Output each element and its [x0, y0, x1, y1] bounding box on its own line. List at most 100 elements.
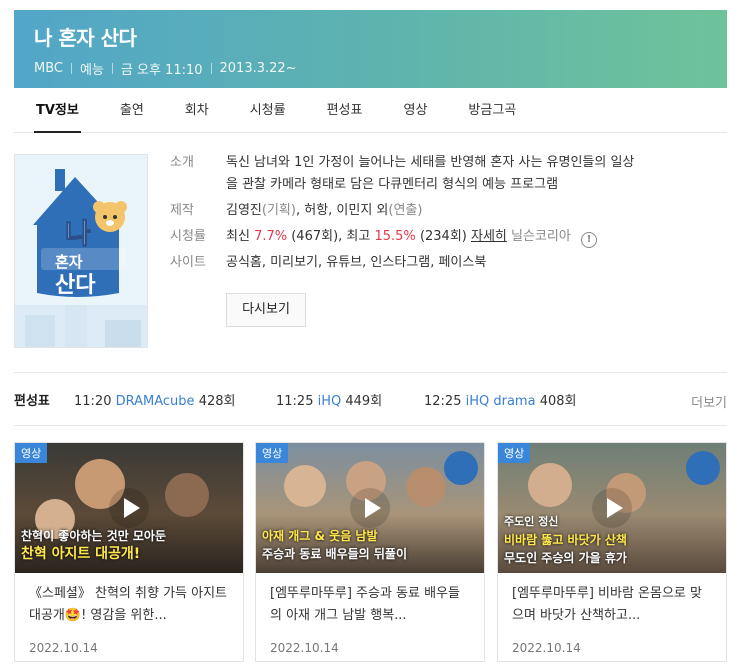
video-thumbnail[interactable]: 영상 주도인 정신 비바람 뚫고 바닷가 산책 무도인 주승의 가을 휴가 [498, 443, 726, 573]
schedule-episode: 408회 [539, 393, 577, 409]
schedule-channel[interactable]: iHQ drama [466, 394, 536, 409]
program-info: 소개 독신 남녀와 1인 가정이 늘어나는 세태를 반영해 혼자 사는 유명인들… [170, 152, 710, 278]
intro-text: 독신 남녀와 1인 가정이 늘어나는 세태를 반영해 혼자 사는 유명인들의 일… [226, 152, 634, 196]
tab-bar: TV정보 출연 회차 시청률 편성표 영상 방금그곡 [14, 89, 727, 133]
caption-line: 무도인 주승의 가을 휴가 [504, 551, 627, 565]
rating-value: 최신 7.7% (467회), 최고 15.5% (234회) 자세히 닐슨코리… [226, 226, 597, 248]
production-label: 제작 [170, 203, 194, 218]
intro-line: 을 관찰 카메라 형태로 담은 다큐멘터리 형식의 예능 프로그램 [226, 177, 559, 192]
program-poster[interactable]: 나 혼자 산다 [14, 154, 148, 348]
thumbnail-person [284, 465, 326, 507]
video-title[interactable]: [엠뚜루마뚜루] 주승과 동료 배우들의 아재 개그 남발 행복... [256, 573, 484, 631]
top-rating-label: , 최고 [338, 229, 371, 244]
schedule-episode: 428회 [198, 393, 236, 409]
director-names: , 허항, 이민지 외 [295, 203, 389, 218]
video-title[interactable]: [엠뚜루마뚜루] 비바람 온몸으로 맞으며 바닷가 산책하고... [498, 573, 726, 631]
poster-title-line1: 나 [65, 217, 91, 250]
caption-line: 아재 개그 & 웃음 남발 [262, 529, 378, 543]
tab-videos[interactable]: 영상 [403, 89, 427, 132]
latest-rating-episode: (467회) [291, 229, 339, 244]
video-date: 2022.10.14 [270, 641, 339, 655]
top-rating-episode: (234회) [419, 229, 467, 244]
genre: 예능 [79, 63, 104, 78]
rating-detail-link[interactable]: 자세히 [471, 229, 507, 244]
latest-rating-label: 최신 [226, 229, 250, 244]
schedule-item[interactable]: 11:25 iHQ 449회 [276, 390, 424, 409]
site-label: 사이트 [170, 255, 206, 270]
program-header: 나 혼자 산다 MBC 예능 금 오후 11:10 2013.3.22~ [14, 10, 727, 88]
poster-title-line3: 산다 [55, 273, 96, 298]
broadcaster: MBC [34, 61, 63, 76]
video-thumbnail[interactable]: 영상 찬혁이 좋아하는 것만 모아둔 찬혁 아지트 대공개! [15, 443, 243, 573]
tab-episodes[interactable]: 회차 [185, 89, 209, 132]
latest-rating: 7.7% [254, 229, 288, 244]
poster-title-line2: 혼자 [55, 253, 83, 271]
video-card[interactable]: 영상 아재 개그 & 웃음 남발 주승과 동료 배우들의 뒤풀이 [엠뚜루마뚜루… [255, 442, 485, 662]
schedule-channel[interactable]: DRAMAcube [116, 394, 195, 409]
play-icon[interactable] [109, 488, 149, 528]
play-icon[interactable] [350, 488, 390, 528]
caption-line: 찬혁 아지트 대공개! [21, 546, 141, 562]
schedule-time: 11:20 [74, 393, 112, 409]
tab-cast[interactable]: 출연 [120, 89, 144, 132]
video-date: 2022.10.14 [29, 641, 98, 655]
divider [111, 63, 113, 74]
rating-source: 닐슨코리아 [511, 229, 571, 244]
schedule-label: 편성표 [14, 393, 50, 409]
info-icon[interactable]: ! [580, 232, 597, 248]
tab-schedule[interactable]: 편성표 [327, 89, 363, 132]
intro-row: 소개 독신 남녀와 1인 가정이 늘어나는 세태를 반영해 혼자 사는 유명인들… [170, 152, 710, 196]
thumbnail-caption: 찬혁이 좋아하는 것만 모아둔 찬혁 아지트 대공개! [21, 527, 237, 563]
air-period: 2013.3.22~ [219, 61, 297, 76]
rating-label: 시청률 [170, 229, 206, 244]
intro-label: 소개 [170, 155, 194, 170]
production-row: 제작 김영진(기획), 허항, 이민지 외(연출) [170, 200, 710, 222]
divider [210, 63, 212, 74]
program-title[interactable]: 나 혼자 산다 [34, 24, 707, 52]
caption-line: 주승과 동료 배우들의 뒤풀이 [262, 547, 408, 561]
top-rating: 15.5% [374, 229, 416, 244]
schedule-bar: 편성표 11:20 DRAMAcube 428회 11:25 iHQ 449회 … [14, 372, 727, 426]
tab-songs[interactable]: 방금그곡 [468, 89, 516, 132]
caption-line: 비바람 뚫고 바닷가 산책 [504, 533, 627, 547]
rating-row: 시청률 최신 7.7% (467회), 최고 15.5% (234회) 자세히 … [170, 226, 710, 248]
divider [70, 63, 72, 74]
thumbnail-caption: 아재 개그 & 웃음 남발 주승과 동료 배우들의 뒤풀이 [262, 527, 478, 563]
tab-tv-info[interactable]: TV정보 [34, 89, 81, 133]
video-card[interactable]: 영상 주도인 정신 비바람 뚫고 바닷가 산책 무도인 주승의 가을 휴가 [엠… [497, 442, 727, 662]
poster-image: 나 혼자 산다 [15, 155, 147, 347]
schedule-item[interactable]: 11:20 DRAMAcube 428회 [74, 390, 276, 409]
site-links[interactable]: 공식홈, 미리보기, 유튜브, 인스타그램, 페이스북 [226, 252, 486, 274]
program-meta: MBC 예능 금 오후 11:10 2013.3.22~ [34, 59, 707, 78]
schedule-channel[interactable]: iHQ [318, 394, 342, 409]
thumbnail-person [406, 467, 446, 507]
site-row: 사이트 공식홈, 미리보기, 유튜브, 인스타그램, 페이스북 [170, 252, 710, 274]
video-badge: 영상 [15, 443, 48, 463]
video-badge: 영상 [498, 443, 531, 463]
production-value: 김영진(기획), 허항, 이민지 외(연출) [226, 200, 422, 222]
schedule-time: 12:25 [424, 393, 462, 409]
intro-line: 독신 남녀와 1인 가정이 늘어나는 세태를 반영해 혼자 사는 유명인들의 일… [226, 155, 635, 170]
producer-name: 김영진 [226, 203, 262, 218]
video-date: 2022.10.14 [512, 641, 581, 655]
thumbnail-caption: 주도인 정신 비바람 뚫고 바닷가 산책 무도인 주승의 가을 휴가 [504, 513, 720, 567]
video-badge: 영상 [256, 443, 289, 463]
video-title[interactable]: 《스페셜》 찬혁의 취향 가득 아지트 대공개🤩! 영감을 위한... [15, 573, 243, 631]
caption-line: 주도인 정신 [504, 515, 559, 528]
video-thumbnail[interactable]: 영상 아재 개그 & 웃음 남발 주승과 동료 배우들의 뒤풀이 [256, 443, 484, 573]
director-role: (연출) [388, 203, 423, 218]
producer-role: (기획) [261, 203, 296, 218]
schedule-time: 11:25 [276, 393, 314, 409]
channel-logo [686, 451, 720, 485]
thumbnail-person [528, 463, 572, 507]
channel-logo [444, 451, 478, 485]
schedule-item[interactable]: 12:25 iHQ drama 408회 [424, 390, 576, 409]
tab-ratings[interactable]: 시청률 [250, 89, 286, 132]
airtime: 금 오후 11:10 [120, 63, 203, 78]
caption-line: 찬혁이 좋아하는 것만 모아둔 [21, 529, 167, 543]
thumbnail-person [165, 473, 209, 517]
replay-button[interactable]: 다시보기 [226, 293, 306, 327]
more-link[interactable]: 더보기 [691, 392, 727, 411]
video-card[interactable]: 영상 찬혁이 좋아하는 것만 모아둔 찬혁 아지트 대공개! 《스페셜》 찬혁의… [14, 442, 244, 662]
schedule-episode: 449회 [345, 393, 383, 409]
